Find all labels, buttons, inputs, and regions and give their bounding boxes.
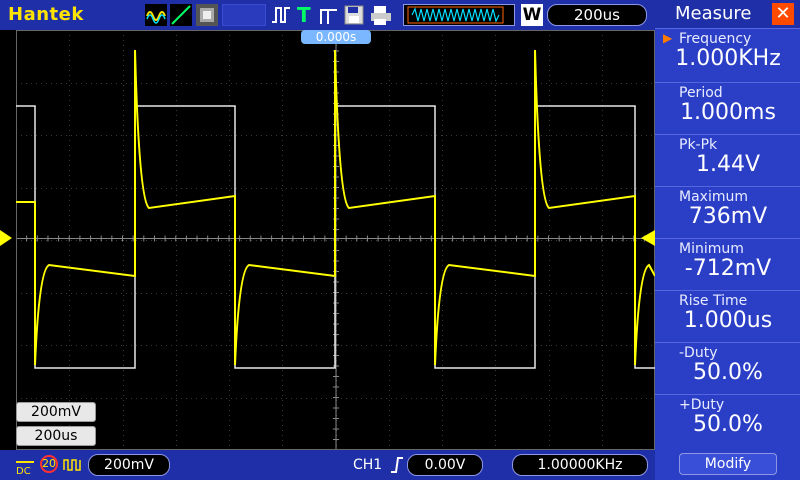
measure-label: Pk-Pk (679, 137, 718, 153)
waveform-icon[interactable] (145, 4, 167, 26)
close-icon[interactable]: ✕ (772, 3, 794, 25)
measure-label: Period (679, 85, 723, 101)
top-toolbar: Hantek T W 200us (0, 0, 655, 30)
trigger-edge-icon[interactable] (270, 4, 292, 26)
channel-level-marker[interactable] (0, 230, 16, 246)
trigger-source-label: CH1 (353, 457, 383, 473)
status-box (222, 4, 266, 26)
measure-label: Maximum (679, 189, 748, 205)
rising-edge-icon (391, 457, 403, 473)
measure-item[interactable]: ▶ Frequency 1.000KHz (655, 28, 800, 80)
save-icon[interactable] (343, 4, 365, 26)
measure-title: Measure (675, 3, 752, 24)
dc-coupling-icon: DC (16, 461, 34, 476)
measure-item[interactable]: Minimum -712mV (655, 238, 800, 290)
print-icon[interactable] (369, 4, 393, 26)
measure-value: 50.0% (693, 360, 763, 385)
measure-value: -712mV (684, 256, 772, 281)
time-scale-label: 200us (16, 426, 96, 446)
run-mode-icon[interactable] (318, 4, 340, 26)
measure-panel: Measure ✕ ▶ Frequency 1.000KHz Period 1.000m… (655, 0, 800, 480)
measure-label: Frequency (679, 31, 752, 47)
brand-logo: Hantek (8, 4, 84, 25)
window-button[interactable]: W (521, 4, 543, 26)
measure-item[interactable]: +Duty 50.0% (655, 394, 800, 446)
measure-item[interactable]: Maximum 736mV (655, 186, 800, 238)
measure-label: +Duty (679, 397, 725, 413)
volt-scale-label: 200mV (16, 402, 96, 422)
modify-button[interactable]: Modify (679, 453, 777, 475)
measure-item[interactable]: Rise Time 1.000us (655, 290, 800, 342)
selected-arrow-icon: ▶ (663, 31, 673, 45)
measure-value: 50.0% (693, 412, 763, 437)
measure-label: Minimum (679, 241, 744, 257)
measure-label: -Duty (679, 345, 718, 361)
measure-header: Measure ✕ (655, 0, 800, 28)
trigger-level-display[interactable]: 0.00V (407, 454, 483, 476)
measure-value: 1.000KHz (675, 46, 781, 71)
timebase-display[interactable]: 200us (547, 4, 647, 26)
measure-value: 1.000ms (680, 100, 776, 125)
measure-item[interactable]: Period 1.000ms (655, 82, 800, 134)
trigger-position-marker: 0.000s (301, 30, 371, 44)
trigger-level-marker[interactable] (641, 230, 655, 246)
trigger-t-icon[interactable]: T (297, 4, 311, 26)
measure-item[interactable]: Pk-Pk 1.44V (655, 134, 800, 186)
measure-label: Rise Time (679, 293, 748, 309)
waveform-display (16, 30, 655, 450)
line-mode-icon[interactable] (170, 4, 192, 26)
measure-item[interactable]: -Duty 50.0% (655, 342, 800, 394)
frequency-counter-display: 1.00000KHz (512, 454, 648, 476)
bandwidth-icon (63, 459, 81, 471)
svg-text:DC: DC (16, 466, 31, 476)
measure-value: 1.000us (683, 308, 773, 333)
probe-attenuation-icon: 20 (40, 455, 58, 473)
persist-icon[interactable] (196, 4, 218, 26)
bottom-status-bar: DC 20 200mV CH1 0.00V 1.00000KHz (0, 450, 655, 480)
ch1-volts-display[interactable]: 200mV (88, 454, 170, 476)
measure-value: 736mV (688, 204, 768, 229)
measure-value: 1.44V (695, 152, 761, 177)
memory-icon[interactable] (403, 4, 515, 26)
